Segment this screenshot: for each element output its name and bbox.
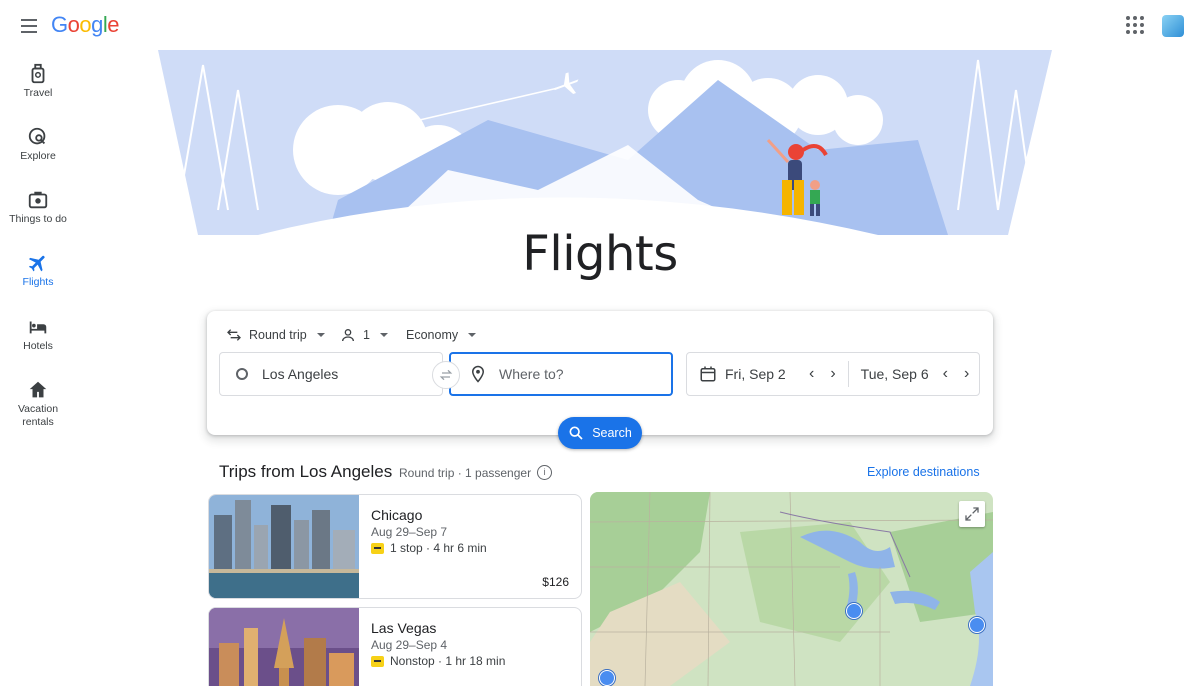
google-apps-button[interactable] bbox=[1124, 14, 1146, 36]
trip-type-select[interactable]: Round trip bbox=[226, 323, 325, 347]
trips-heading: Trips from Los Angeles bbox=[219, 462, 393, 481]
return-prev-day-button[interactable]: ‹ bbox=[943, 365, 948, 383]
sidebar-item-label: Hotels bbox=[23, 340, 53, 352]
explore-icon bbox=[28, 127, 46, 145]
account-avatar[interactable] bbox=[1162, 15, 1184, 37]
page-title: Flights bbox=[522, 226, 678, 282]
trip-flight-info: 1 stop · 4 hr 6 min bbox=[371, 541, 487, 555]
chevron-down-icon bbox=[379, 333, 388, 337]
cabin-class-select[interactable]: Economy bbox=[406, 323, 477, 347]
trips-subheading: Round trip · 1 passenger i bbox=[399, 465, 553, 480]
search-button[interactable]: Search bbox=[558, 417, 642, 449]
swap-icon bbox=[439, 369, 453, 381]
sidebar-item-things-to-do[interactable]: Things to do bbox=[0, 189, 76, 226]
hero-illustration bbox=[158, 50, 1052, 235]
logo-letter: o bbox=[79, 12, 92, 37]
trip-flight-info: Nonstop · 1 hr 18 min bbox=[371, 654, 505, 668]
depart-date-value[interactable]: Fri, Sep 2 bbox=[725, 366, 803, 382]
sidebar-item-label: Travel bbox=[23, 87, 53, 99]
search-icon bbox=[569, 426, 583, 440]
google-logo[interactable]: Google bbox=[51, 12, 120, 38]
location-pin-icon bbox=[471, 365, 485, 383]
trip-stops-duration: 1 stop · 4 hr 6 min bbox=[390, 541, 487, 555]
logo-letter: g bbox=[91, 12, 103, 37]
trip-dates: Aug 29–Sep 4 bbox=[371, 638, 448, 652]
logo-letter: o bbox=[67, 12, 80, 37]
main-menu-button[interactable] bbox=[17, 14, 41, 38]
search-button-label: Search bbox=[592, 426, 632, 440]
airline-logo-icon bbox=[371, 655, 384, 667]
chicago-photo bbox=[209, 495, 359, 598]
map-pin-chicago[interactable] bbox=[846, 603, 862, 619]
sidebar-item-label: Explore bbox=[20, 150, 56, 162]
top-bar: Google bbox=[0, 0, 1200, 50]
trip-stops-duration: Nonstop · 1 hr 18 min bbox=[390, 654, 506, 668]
mountains-illustration bbox=[158, 50, 1052, 235]
origin-circle-icon bbox=[236, 368, 248, 380]
trip-city: Chicago bbox=[371, 507, 423, 523]
chevron-down-icon bbox=[468, 333, 477, 337]
trip-dates: Aug 29–Sep 7 bbox=[371, 525, 448, 539]
sidebar-item-label: Things to do bbox=[9, 213, 67, 225]
trip-price: $126 bbox=[542, 575, 569, 589]
trips-subheading-text: Round trip · 1 passenger bbox=[399, 465, 532, 480]
calendar-icon bbox=[700, 366, 716, 382]
swap-locations-button[interactable] bbox=[432, 361, 460, 389]
swap-arrows-icon bbox=[227, 329, 241, 341]
return-next-day-button[interactable]: › bbox=[964, 365, 969, 383]
sidebar-item-hotels[interactable]: Hotels bbox=[0, 316, 76, 353]
map-pin-destination[interactable] bbox=[969, 617, 985, 633]
explore-destinations-link[interactable]: Explore destinations bbox=[867, 465, 980, 479]
chevron-down-icon bbox=[316, 333, 325, 337]
info-icon[interactable]: i bbox=[537, 465, 553, 480]
logo-letter: G bbox=[51, 12, 68, 37]
expand-icon bbox=[965, 507, 979, 521]
cabin-class-value: Economy bbox=[406, 328, 459, 342]
hamburger-line bbox=[21, 25, 37, 27]
origin-field[interactable]: Los Angeles bbox=[219, 352, 443, 396]
sidebar-item-explore[interactable]: Explore bbox=[0, 126, 76, 163]
sidebar-item-travel[interactable]: Travel bbox=[0, 63, 76, 100]
destination-field[interactable]: Where to? bbox=[449, 352, 673, 396]
flight-search-card: Round trip 1 Economy Los Angeles Where t… bbox=[207, 311, 993, 449]
map-pin-los-angeles[interactable] bbox=[599, 670, 615, 686]
logo-letter: e bbox=[107, 12, 120, 37]
camera-icon bbox=[28, 191, 48, 209]
passenger-count-select[interactable]: 1 bbox=[340, 323, 388, 347]
trip-card-las-vegas[interactable]: Las Vegas Aug 29–Sep 4 Nonstop · 1 hr 18… bbox=[208, 607, 582, 686]
bed-icon bbox=[29, 321, 47, 334]
map-terrain bbox=[590, 492, 993, 686]
hamburger-line bbox=[21, 19, 37, 21]
luggage-icon bbox=[31, 63, 45, 84]
depart-prev-day-button[interactable]: ‹ bbox=[809, 365, 814, 383]
destination-placeholder: Where to? bbox=[499, 366, 564, 382]
sidebar-item-vacation-rentals[interactable]: Vacation rentals bbox=[0, 379, 76, 429]
hamburger-line bbox=[21, 31, 37, 33]
house-icon bbox=[29, 381, 47, 398]
trip-type-value: Round trip bbox=[249, 328, 307, 342]
trip-city: Las Vegas bbox=[371, 620, 437, 636]
destinations-map[interactable] bbox=[590, 492, 993, 686]
sidebar-item-label: Vacation rentals bbox=[17, 403, 59, 428]
date-range-field[interactable]: Fri, Sep 2 ‹ › Tue, Sep 6 ‹ › bbox=[686, 352, 980, 396]
expand-map-button[interactable] bbox=[959, 501, 985, 527]
origin-value: Los Angeles bbox=[262, 366, 339, 382]
date-divider bbox=[847, 361, 849, 387]
las-vegas-photo bbox=[209, 608, 359, 686]
return-date-value[interactable]: Tue, Sep 6 bbox=[861, 366, 941, 382]
passenger-count-value: 1 bbox=[363, 328, 370, 342]
person-icon bbox=[342, 329, 354, 342]
depart-next-day-button[interactable]: › bbox=[830, 365, 835, 383]
airline-logo-icon bbox=[371, 542, 384, 554]
trip-card-chicago[interactable]: Chicago Aug 29–Sep 7 1 stop · 4 hr 6 min… bbox=[208, 494, 582, 599]
